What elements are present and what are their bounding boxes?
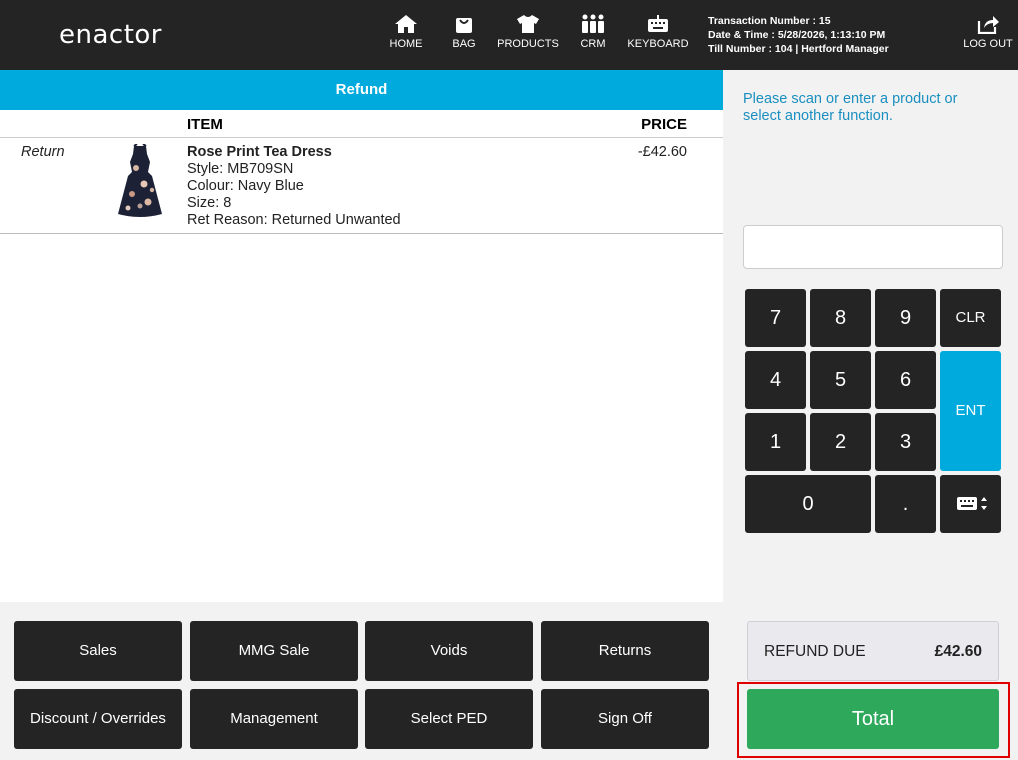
- mode-title-bar: Refund: [0, 70, 723, 110]
- mmg-sale-button[interactable]: MMG Sale: [190, 621, 358, 681]
- basket-row[interactable]: Return Rose Print Tea Dress Style: MB709…: [0, 138, 723, 234]
- key-4[interactable]: 4: [745, 351, 806, 409]
- basket-header: ITEM PRICE: [0, 110, 723, 138]
- key-6[interactable]: 6: [875, 351, 936, 409]
- key-0[interactable]: 0: [745, 475, 871, 533]
- column-item: ITEM: [187, 116, 223, 133]
- key-3[interactable]: 3: [875, 413, 936, 471]
- nav-products-button[interactable]: PRODUCTS: [496, 14, 560, 62]
- item-name: Rose Print Tea Dress: [187, 144, 332, 160]
- item-style: Style: MB709SN: [187, 161, 294, 177]
- nav-keyboard-button[interactable]: KEYBOARD: [626, 14, 690, 62]
- item-size: Size: 8: [187, 195, 232, 211]
- key-7[interactable]: 7: [745, 289, 806, 347]
- refund-due-label: REFUND DUE: [764, 643, 866, 660]
- returns-button[interactable]: Returns: [541, 621, 709, 681]
- keyboard-toggle-button[interactable]: [940, 475, 1001, 533]
- line-type: Return: [21, 144, 65, 160]
- logout-button[interactable]: LOG OUT: [962, 14, 1014, 62]
- refund-due-panel: REFUND DUE £42.60: [747, 621, 999, 681]
- key-decimal[interactable]: .: [875, 475, 936, 533]
- basket-panel: ITEM PRICE Return Rose Print Tea Dress S…: [0, 110, 723, 602]
- bag-icon: [456, 18, 472, 33]
- top-bar: enactor HOME BAG PRODUCTS CRM KEYBOARD T…: [0, 0, 1018, 70]
- key-9[interactable]: 9: [875, 289, 936, 347]
- item-colour: Colour: Navy Blue: [187, 178, 304, 194]
- entry-input[interactable]: [743, 225, 1003, 269]
- logout-label: LOG OUT: [963, 38, 1013, 50]
- nav-products-label: PRODUCTS: [497, 38, 559, 50]
- sales-button[interactable]: Sales: [14, 621, 182, 681]
- item-return-reason: Ret Reason: Returned Unwanted: [187, 212, 401, 228]
- key-2[interactable]: 2: [810, 413, 871, 471]
- tshirt-icon: [517, 15, 539, 33]
- nav-bag-button[interactable]: BAG: [450, 14, 478, 62]
- transaction-datetime: Date & Time : 5/28/2026, 1:13:10 PM: [708, 29, 886, 41]
- home-icon: [395, 15, 417, 33]
- till-number: Till Number : 104 | Hertford Manager: [708, 43, 889, 55]
- keyboard-icon: [648, 15, 668, 32]
- voids-button[interactable]: Voids: [365, 621, 533, 681]
- nav-home-label: HOME: [389, 38, 423, 50]
- logout-icon: [977, 16, 999, 34]
- item-price: -£42.60: [637, 144, 687, 160]
- nav-crm-label: CRM: [580, 38, 606, 50]
- nav-home-button[interactable]: HOME: [388, 14, 424, 62]
- key-enter[interactable]: ENT: [940, 351, 1001, 471]
- right-panel: Please scan or enter a product or select…: [723, 70, 1018, 760]
- sign-off-button[interactable]: Sign Off: [541, 689, 709, 749]
- transaction-number: Transaction Number : 15: [708, 15, 831, 27]
- select-ped-button[interactable]: Select PED: [365, 689, 533, 749]
- key-1[interactable]: 1: [745, 413, 806, 471]
- prompt-message: Please scan or enter a product or select…: [743, 91, 958, 124]
- transaction-info: Transaction Number : 15 Date & Time : 5/…: [708, 14, 889, 56]
- key-5[interactable]: 5: [810, 351, 871, 409]
- function-button-area: Sales MMG Sale Voids Returns Discount / …: [0, 602, 723, 760]
- key-clear[interactable]: CLR: [940, 289, 1001, 347]
- key-8[interactable]: 8: [810, 289, 871, 347]
- management-button[interactable]: Management: [190, 689, 358, 749]
- nav-crm-button[interactable]: CRM: [578, 14, 608, 62]
- discount-overrides-button[interactable]: Discount / Overrides: [14, 689, 182, 749]
- item-description: Rose Print Tea Dress Style: MB709SN Colo…: [187, 144, 401, 229]
- nav-keyboard-label: KEYBOARD: [627, 38, 689, 50]
- people-icon: [582, 14, 604, 33]
- enactor-logo: enactor: [59, 20, 162, 50]
- nav-bag-label: BAG: [452, 38, 476, 50]
- total-button[interactable]: Total: [747, 689, 999, 749]
- refund-due-amount: £42.60: [934, 643, 982, 660]
- dress-thumbnail: [118, 144, 162, 217]
- column-price: PRICE: [641, 116, 687, 133]
- keyboard-toggle-icon: [956, 497, 987, 510]
